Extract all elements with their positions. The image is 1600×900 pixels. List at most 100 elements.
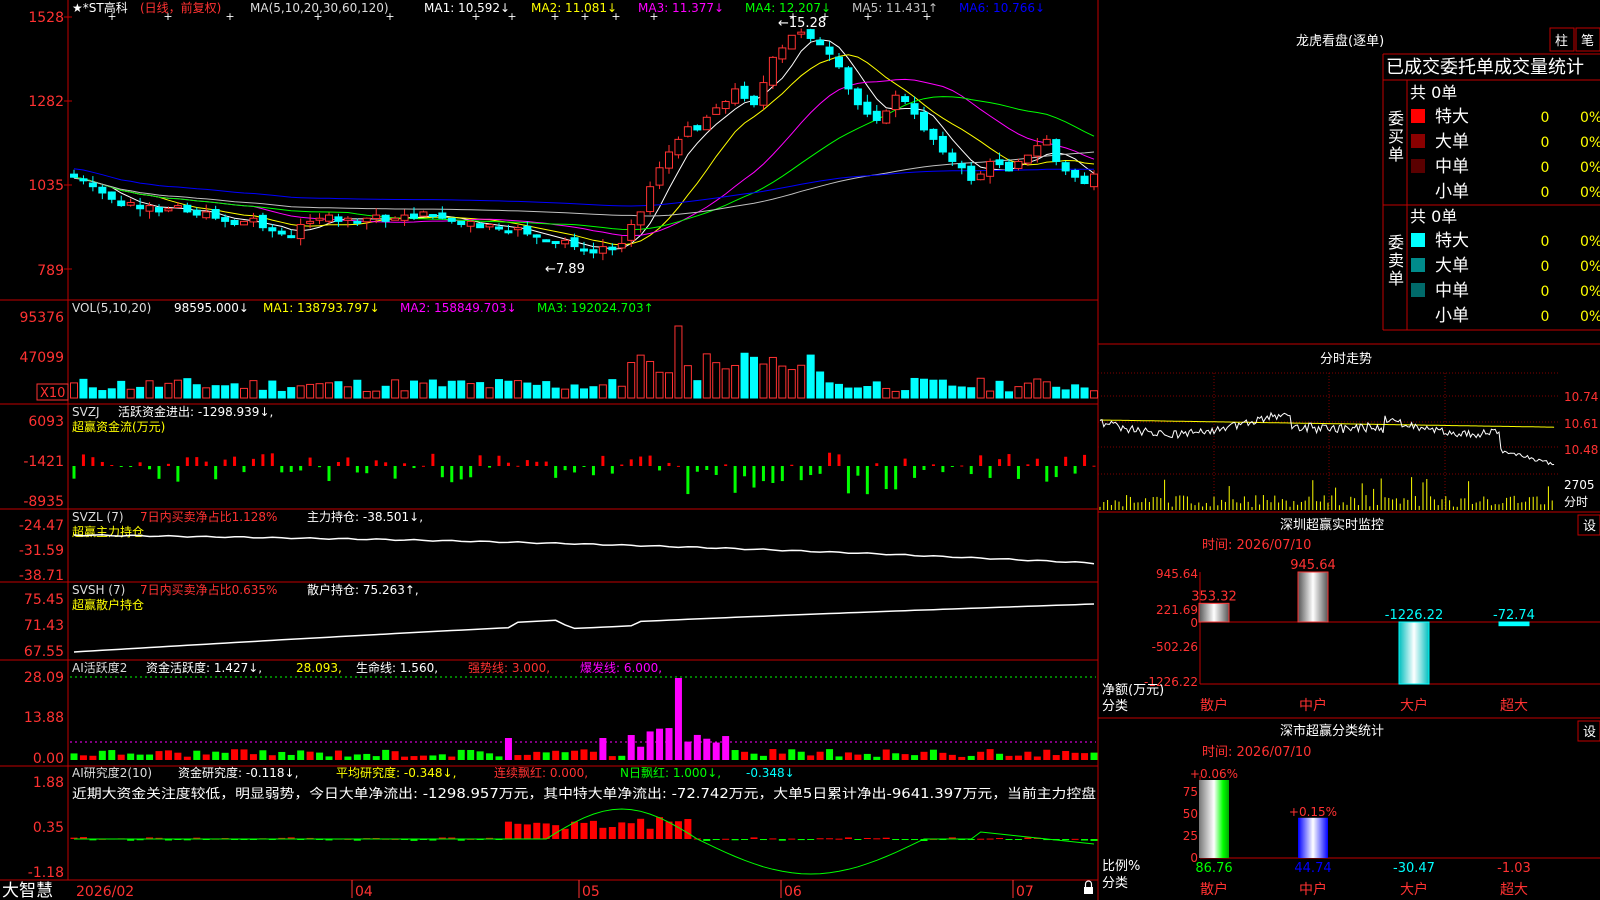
classify-settings-button[interactable]: 设 — [1577, 720, 1600, 742]
row-name: 特大 — [1435, 107, 1469, 127]
svzj-bar — [1083, 454, 1087, 466]
volume-bar — [759, 363, 768, 399]
volume-bar — [438, 386, 447, 399]
ai-research-bar — [1090, 839, 1098, 841]
tick-toggle-button[interactable]: 笔 — [1575, 27, 1600, 52]
svzj-bar — [497, 455, 501, 466]
ai-active-bar — [278, 751, 286, 760]
lock-icon[interactable] — [1084, 880, 1093, 894]
candle-body — [495, 226, 503, 230]
svzj-bar — [421, 465, 425, 467]
svzj-yaxis: 6093 -1421 -8935 — [23, 414, 64, 510]
volume-bar — [485, 387, 494, 399]
svzj-bar — [573, 466, 577, 473]
candlesticks: + + + + + + + + + + + + + + + — [70, 10, 1098, 261]
ai-active-bar — [79, 755, 87, 760]
candle-body — [835, 56, 843, 68]
intraday-title: 分时走势 — [1320, 351, 1372, 367]
ai-active-bar — [287, 754, 295, 760]
svzj-bar — [214, 466, 218, 480]
svzj-bar — [931, 464, 935, 466]
svzj-bar — [327, 466, 331, 482]
signal-marker: + — [107, 10, 116, 23]
monitor-settings-button[interactable]: 设 — [1577, 514, 1600, 536]
ai-active-bar — [174, 752, 182, 760]
volume-bar — [343, 386, 352, 399]
volume-bar — [1090, 390, 1098, 399]
candle-body — [202, 211, 211, 219]
candle-body — [419, 211, 428, 217]
svzj-bar — [913, 466, 917, 478]
ma60-line — [73, 151, 1095, 217]
candle-body — [768, 56, 777, 86]
candle-body — [230, 219, 239, 226]
candle-body — [296, 224, 305, 240]
svzl-sub: 超赢主力持仓 — [72, 524, 144, 539]
classify-xlabel: 分类 — [1102, 876, 1128, 891]
ai-active-bar — [618, 755, 626, 760]
svzj-bar — [365, 466, 369, 474]
ai-active-bar — [297, 750, 305, 760]
svzj-bar — [884, 466, 888, 490]
svzj-bar — [440, 466, 444, 478]
ai-active-bar — [70, 753, 78, 760]
monitor-value-label: 353.32 — [1191, 589, 1237, 604]
ai-active-bar — [240, 749, 248, 760]
svzj-bar — [525, 460, 529, 466]
classify-bar — [1199, 780, 1229, 858]
ai-active-bar — [438, 754, 446, 760]
svzj-bar — [969, 466, 973, 475]
stock-chart-canvas[interactable]: ★*ST高科 (日线，前复权) MA(5,10,20,30,60,120) MA… — [0, 0, 1600, 900]
row-count: 0 — [1541, 135, 1550, 151]
ai-active-bar — [353, 754, 361, 760]
volume-bar — [882, 387, 891, 399]
svzj-bar — [450, 466, 454, 483]
svzj-bar — [412, 466, 416, 469]
volume-bar — [910, 377, 919, 399]
volume-bar — [617, 385, 626, 399]
svzj-bar — [771, 466, 775, 483]
right-panel: 龙虎看盘(逐单) 柱 笔 已成交委托单成交量统计 委买单 共 0单 特大 0 0% 大… — [1098, 27, 1600, 898]
ai-active-bar — [514, 755, 522, 760]
svzl-panel: SVZL (7) 7日内买卖净占比1.128% 主力持仓: -38.501↓, … — [19, 509, 1095, 584]
svzj-bar — [185, 457, 189, 466]
ai-research-bar — [977, 838, 985, 840]
volume-bar — [98, 390, 107, 399]
candle-body — [542, 239, 551, 243]
svzj-bar — [110, 465, 114, 467]
ai-active-name: AI活跃度2 — [72, 660, 127, 675]
volume-bar — [476, 382, 485, 399]
candle-body — [816, 39, 825, 46]
ai-active-bar — [410, 756, 418, 760]
candle-body — [183, 204, 192, 213]
volume-bar — [598, 384, 607, 399]
date-label: 05 — [582, 884, 600, 900]
svsh-line — [73, 603, 1095, 653]
ai-active-yaxis: 28.09 13.88 0.00 — [24, 670, 64, 767]
ai-active-bar — [1014, 755, 1022, 760]
volume-bar — [920, 378, 928, 399]
monitor-bars: 353.32 散户 945.64 中户 -1226.22 大户 -72.74 超大 — [1191, 558, 1535, 714]
volume-bar — [948, 385, 957, 399]
monitor-time: 时间: 2026/07/10 — [1202, 538, 1311, 553]
candle-body — [221, 217, 230, 222]
ai-active-header: AI活跃度2 资金活跃度: 1.427↓, 28.093, 生命线: 1.560… — [72, 660, 662, 675]
volume-bar — [513, 380, 522, 399]
svzj-bar — [176, 466, 180, 482]
volume-bar — [400, 390, 409, 399]
svzj-bar — [941, 466, 945, 473]
svzj-bar — [714, 466, 718, 475]
bar-toggle-button[interactable]: 柱 — [1549, 27, 1575, 52]
intraday-unit: 分时 — [1564, 495, 1588, 509]
volume-bar — [863, 386, 872, 399]
row-color-swatch — [1411, 159, 1425, 173]
stock-name: ★*ST高科 — [72, 0, 128, 15]
classify-bottom-label: -1.03 — [1497, 861, 1531, 876]
monitor-bar — [1297, 571, 1329, 623]
svzj-bar — [809, 466, 813, 476]
ai-research-bar — [892, 839, 900, 840]
svzj-bar — [223, 459, 227, 466]
ai-active-bar — [967, 755, 975, 760]
svzj-bar — [1092, 465, 1096, 467]
svzj-header: SVZJ 活跃资金进出: -1298.939↓, 超赢资金流(万元) — [72, 404, 273, 434]
